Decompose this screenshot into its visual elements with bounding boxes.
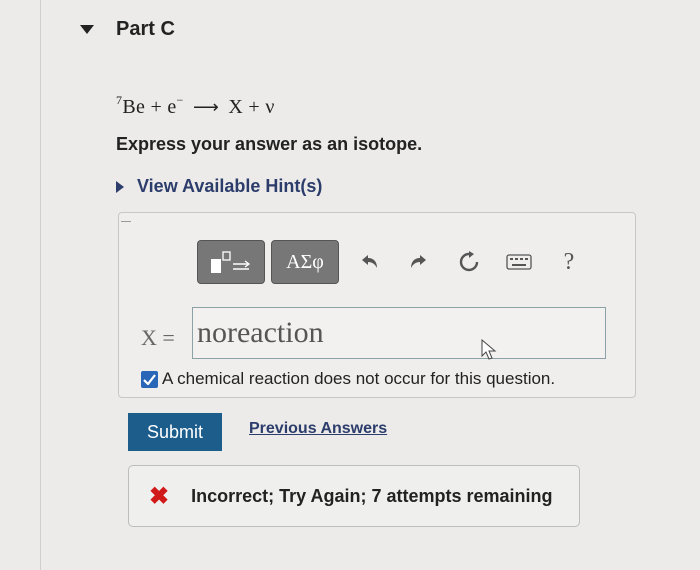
hints-label: View Available Hint(s) xyxy=(137,176,323,196)
part-title: Part C xyxy=(116,18,175,40)
undo-button[interactable] xyxy=(349,240,389,284)
answer-variable-label: X = xyxy=(141,325,175,350)
incorrect-icon: ✖ xyxy=(149,482,170,510)
submit-button[interactable]: Submit xyxy=(128,413,222,451)
answer-panel: ΑΣφ ? X = noreaction A chemical reaction… xyxy=(118,212,636,398)
templates-button[interactable] xyxy=(197,240,265,284)
feedback-message: Incorrect; Try Again; 7 attempts remaini… xyxy=(191,485,553,506)
expand-triangle-icon xyxy=(116,180,124,193)
feedback-box: ✖ Incorrect; Try Again; 7 attempts remai… xyxy=(128,465,580,527)
no-reaction-option[interactable]: A chemical reaction does not occur for t… xyxy=(141,369,555,389)
reaction-equation: 7Be + e− ⟶ X + ν xyxy=(116,93,275,119)
electron-charge: − xyxy=(176,93,184,107)
checkmark-icon xyxy=(143,373,156,385)
math-toolbar: ΑΣφ ? xyxy=(197,240,589,284)
no-reaction-label: A chemical reaction does not occur for t… xyxy=(162,369,556,388)
templates-icon xyxy=(211,251,251,273)
previous-answers-link[interactable]: Previous Answers xyxy=(249,420,387,438)
reaction-arrow: ⟶ xyxy=(192,97,220,117)
panel-corner-mark xyxy=(121,221,131,222)
plus-sign: + xyxy=(150,96,163,118)
mouse-pointer-icon xyxy=(481,339,497,360)
left-margin-rule xyxy=(40,0,41,570)
redo-icon xyxy=(411,255,426,268)
reactant-electron: e xyxy=(167,96,177,118)
plus-sign: + xyxy=(248,96,261,118)
answer-input[interactable]: noreaction xyxy=(192,307,606,359)
no-reaction-checkbox[interactable] xyxy=(141,370,158,388)
symbols-button[interactable]: ΑΣφ xyxy=(271,240,339,284)
help-button[interactable]: ? xyxy=(549,240,589,284)
instruction-text: Express your answer as an isotope. xyxy=(116,134,423,154)
collapse-part-icon[interactable] xyxy=(80,25,94,34)
product-x: X xyxy=(228,96,244,118)
reactant-be: Be xyxy=(122,96,146,118)
redo-button[interactable] xyxy=(399,240,439,284)
keyboard-button[interactable] xyxy=(499,240,539,284)
keyboard-icon xyxy=(506,254,532,270)
reset-icon xyxy=(459,251,479,272)
reset-button[interactable] xyxy=(449,240,489,284)
view-hints-toggle[interactable]: View Available Hint(s) xyxy=(116,176,322,197)
undo-icon xyxy=(362,255,377,268)
product-neutrino: ν xyxy=(265,96,275,118)
